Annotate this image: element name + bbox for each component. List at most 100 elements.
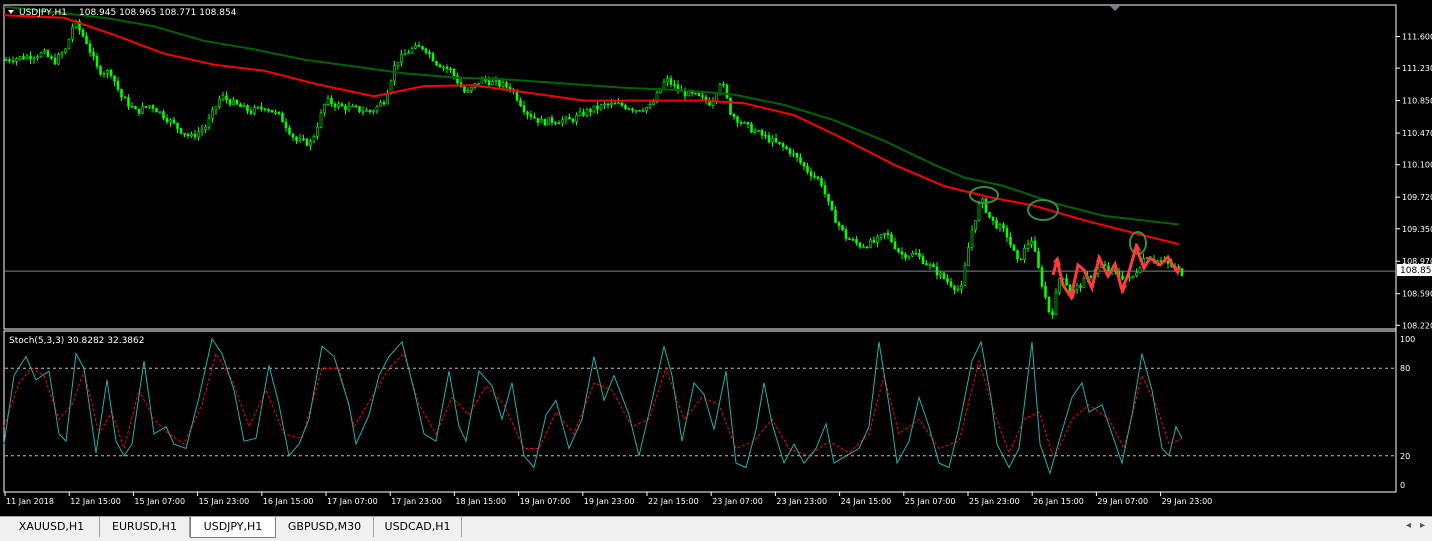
chart-title: USDJPY,H1 [19, 8, 67, 18]
price-candles [4, 19, 1184, 319]
candle-body [15, 58, 18, 62]
candle-body [309, 141, 312, 146]
candle-body [1044, 285, 1047, 298]
candle-body [431, 53, 435, 62]
candle-body [606, 103, 610, 106]
candle-body [774, 138, 778, 143]
time-tick-label: 25 Jan 07:00 [905, 497, 956, 506]
chart-canvas[interactable]: 111.600 111.230 110.850 110.470 110.100 109.7… [0, 0, 1432, 516]
price-tick-label: 110.850 [1402, 97, 1432, 106]
price-panel-frame [3, 4, 1397, 330]
candle-body [617, 102, 620, 105]
candle-body [802, 162, 806, 167]
candle-body [256, 106, 260, 109]
candle-body [389, 80, 393, 94]
candle-body [190, 133, 193, 136]
candle-body [970, 229, 974, 248]
candle-body [998, 224, 1002, 229]
candle-body [435, 60, 438, 66]
tab-gbpusd-m30[interactable]: GBPUSD,M30 [276, 517, 374, 537]
candle-body [417, 45, 421, 47]
candle-body [837, 222, 841, 226]
candle-body [949, 281, 953, 287]
candle-body [1089, 275, 1093, 278]
candle-body [169, 119, 172, 123]
candle-body [1082, 278, 1086, 288]
candle-body [113, 75, 116, 82]
candle-body [351, 105, 354, 108]
candle-body [172, 119, 176, 124]
candle-body [960, 284, 963, 290]
candle-body [669, 78, 673, 85]
candle-body [897, 248, 900, 253]
candle-body [18, 56, 22, 60]
candle-body [288, 127, 291, 135]
time-tick-label: 18 Jan 15:00 [455, 497, 506, 506]
candle-body [925, 263, 928, 266]
candle-body [253, 107, 256, 114]
symbol-menu-arrow-icon[interactable] [8, 10, 14, 14]
scroll-right-icon[interactable]: ▸ [1420, 520, 1425, 531]
candle-body [561, 119, 564, 124]
stoch-level-lines [5, 367, 1395, 457]
chart-window[interactable]: 111.600 111.230 110.850 110.470 110.100 109.7… [0, 0, 1432, 516]
candle-body [753, 130, 757, 133]
candle-body [1019, 258, 1023, 261]
candle-body [543, 119, 547, 126]
tab-usdcad-h1[interactable]: USDCAD,H1 [374, 517, 462, 537]
candle-body [526, 111, 529, 115]
candle-body [648, 104, 652, 108]
time-tick-label: 26 Jan 15:00 [1033, 497, 1084, 506]
candle-body [799, 157, 802, 163]
candle-body [491, 80, 494, 86]
candle-body [1012, 244, 1016, 251]
candle-body [953, 285, 956, 290]
candle-body [634, 109, 638, 112]
candle-body [967, 247, 970, 267]
chart-shift-marker[interactable] [1110, 6, 1120, 11]
time-tick-label: 23 Jan 23:00 [776, 497, 827, 506]
annotations [969, 186, 1181, 301]
candle-body [564, 116, 568, 121]
price-axis: 111.600 111.230 110.850 110.470 110.100 109.7… [1396, 33, 1432, 330]
candle-body [851, 239, 855, 241]
time-tick-label: 16 Jan 15:00 [263, 497, 314, 506]
candle-body [81, 29, 85, 37]
candle-body [806, 165, 809, 172]
candle-body [1058, 278, 1061, 293]
candle-body [382, 102, 386, 105]
time-tick-label: 23 Jan 07:00 [712, 497, 763, 506]
candle-body [32, 57, 36, 60]
time-tick-label: 25 Jan 23:00 [969, 497, 1020, 506]
candle-body [781, 143, 785, 148]
candle-body [323, 103, 326, 114]
time-tick-label: 29 Jan 07:00 [1097, 497, 1148, 506]
candle-body [760, 130, 764, 136]
candle-body [732, 113, 736, 117]
stoch-tick-label: 80 [1400, 364, 1410, 373]
candle-body [613, 102, 617, 105]
tab-eurusd-h1[interactable]: EURUSD,H1 [100, 517, 190, 537]
candle-body [379, 102, 382, 107]
candle-body [907, 255, 911, 259]
candle-body [347, 105, 351, 111]
candle-body [1002, 224, 1005, 229]
candle-body [515, 90, 519, 101]
candle-body [148, 105, 151, 108]
candle-body [911, 253, 914, 257]
candle-body [130, 106, 134, 108]
candle-body [505, 82, 508, 88]
tab-xauusd-h1[interactable]: XAUUSD,H1 [4, 517, 100, 537]
candle-body [260, 106, 263, 109]
candle-body [99, 66, 102, 75]
candle-body [785, 146, 788, 150]
tab-usdjpy-h1[interactable]: USDJPY,H1 [190, 517, 276, 538]
candle-body [88, 43, 92, 53]
scroll-left-icon[interactable]: ◂ [1406, 520, 1411, 531]
candle-body [883, 232, 886, 235]
candle-body [890, 234, 893, 243]
candle-body [298, 138, 302, 142]
candle-body [284, 121, 288, 129]
candle-body [120, 89, 123, 98]
candle-body [603, 103, 606, 106]
